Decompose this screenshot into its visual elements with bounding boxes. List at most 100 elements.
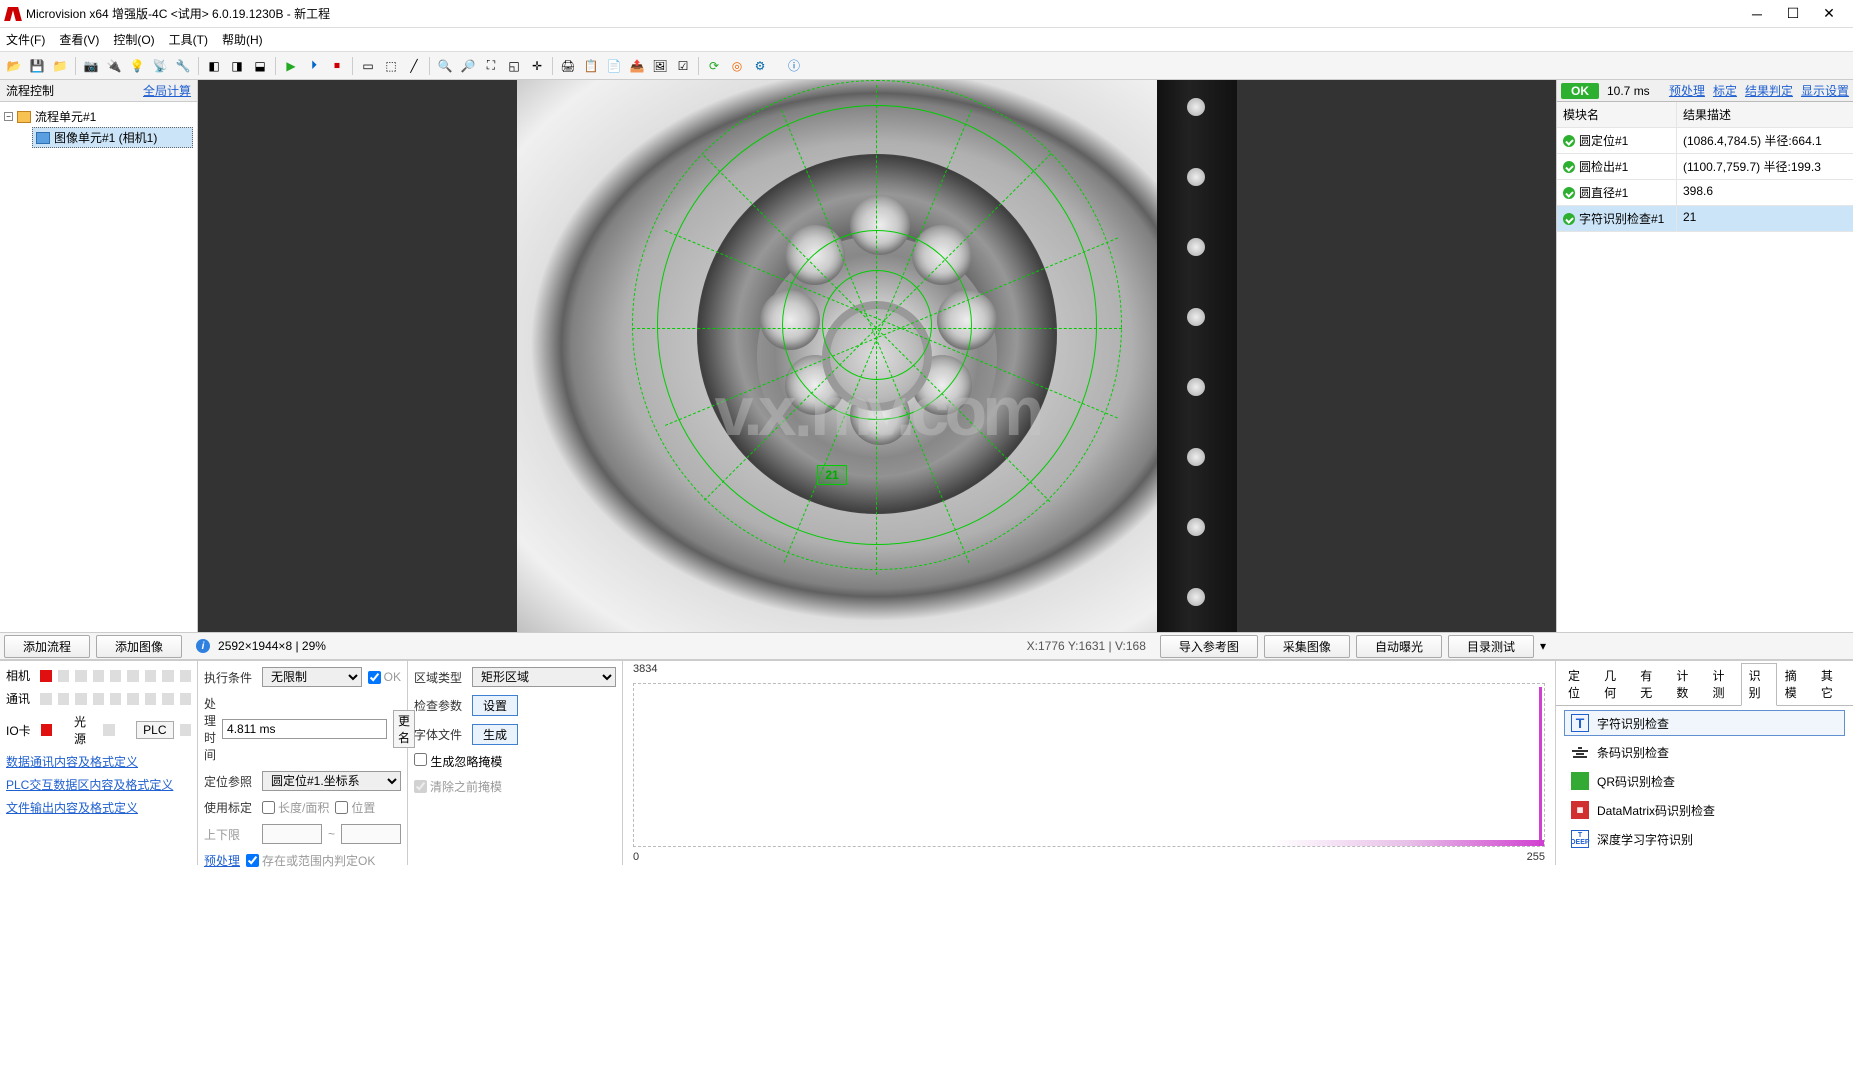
copy-icon[interactable]: 📋 — [581, 56, 601, 76]
proc-time-field[interactable] — [222, 719, 387, 739]
folder-icon — [17, 111, 31, 123]
left-panel-icon[interactable]: ◧ — [204, 56, 224, 76]
image-icon[interactable]: 🖼 — [650, 56, 670, 76]
dir-test-button[interactable]: 目录测试 — [1448, 635, 1534, 658]
menu-file[interactable]: 文件(F) — [6, 31, 45, 48]
settings-icon[interactable]: ⚙ — [750, 56, 770, 76]
auto-exposure-button[interactable]: 自动曝光 — [1356, 635, 1442, 658]
position-checkbox[interactable] — [335, 801, 348, 814]
lower-limit-field[interactable] — [262, 824, 322, 844]
result-row[interactable]: 圆直径#1 398.6 — [1557, 180, 1853, 206]
tree-child-item[interactable]: 图像单元#1 (相机1) — [32, 127, 193, 148]
gen-template-checkbox[interactable] — [414, 753, 427, 766]
minimize-button[interactable]: ─ — [1749, 6, 1765, 22]
tool-deep-learning[interactable]: TDEEP 深度学习字符识别 — [1564, 826, 1845, 852]
tab-geometry[interactable]: 几何 — [1596, 663, 1632, 705]
light-icon[interactable]: 💡 — [127, 56, 147, 76]
ok-checkbox[interactable] — [368, 671, 381, 684]
add-flow-button[interactable]: 添加流程 — [4, 635, 90, 658]
about-icon[interactable]: ⓘ — [784, 56, 804, 76]
hist-max: 3834 — [633, 663, 657, 675]
global-calc-link[interactable]: 全局计算 — [143, 82, 191, 99]
maximize-button[interactable]: ☐ — [1785, 6, 1801, 22]
zoom-out-icon[interactable]: 🔍 — [435, 56, 455, 76]
zoom-fit-icon[interactable]: ⛶ — [481, 56, 501, 76]
data-comm-link[interactable]: 数据通讯内容及格式定义 — [6, 753, 191, 770]
result-row[interactable]: 字符识别检查#1 21 — [1557, 206, 1853, 232]
tab-template[interactable]: 摘模 — [1777, 663, 1813, 705]
preprocess-link[interactable]: 预处理 — [204, 852, 240, 869]
tab-recognition[interactable]: 识别 — [1741, 663, 1777, 706]
image-viewport[interactable]: 21 v.x․mv.com — [198, 80, 1556, 632]
run-icon[interactable]: ⏵ — [304, 56, 324, 76]
tab-other[interactable]: 其它 — [1813, 663, 1849, 705]
right-panel-icon[interactable]: ◨ — [227, 56, 247, 76]
judge-link[interactable]: 结果判定 — [1745, 82, 1793, 99]
zoom-100-icon[interactable]: ◱ — [504, 56, 524, 76]
camera-label: 相机 — [6, 667, 34, 684]
line-icon[interactable]: ╱ — [404, 56, 424, 76]
folder-icon[interactable]: 📁 — [50, 56, 70, 76]
preprocess-link[interactable]: 预处理 — [1669, 82, 1705, 99]
plc-icon[interactable]: 🔧 — [173, 56, 193, 76]
save-ok-checkbox[interactable] — [246, 854, 259, 867]
plc-data-link[interactable]: PLC交互数据区内容及格式定义 — [6, 776, 191, 793]
tool-char-recognition[interactable]: T 字符识别检查 — [1564, 710, 1845, 736]
result-row[interactable]: 圆检出#1 (1100.7,759.7) 半径:199.3 — [1557, 154, 1853, 180]
calibrate-link[interactable]: 标定 — [1713, 82, 1737, 99]
tree-toggle-icon[interactable]: − — [4, 112, 13, 121]
text-icon: T — [1571, 714, 1589, 732]
zoom-in-icon[interactable]: 🔎 — [458, 56, 478, 76]
checkbox-icon[interactable]: ☑ — [673, 56, 693, 76]
select-icon[interactable]: ▭ — [358, 56, 378, 76]
upper-limit-field[interactable] — [341, 824, 401, 844]
tab-location[interactable]: 定位 — [1560, 663, 1596, 705]
dropdown-icon[interactable]: ▾ — [1540, 639, 1546, 653]
file-output-link[interactable]: 文件输出内容及格式定义 — [6, 799, 191, 816]
paste-icon[interactable]: 📄 — [604, 56, 624, 76]
io-icon[interactable]: 🔌 — [104, 56, 124, 76]
save-icon[interactable]: 💾 — [27, 56, 47, 76]
result-row[interactable]: 圆定位#1 (1086.4,784.5) 半径:664.1 — [1557, 128, 1853, 154]
process-time: 10.7 ms — [1607, 84, 1650, 98]
camera-icon[interactable]: 📷 — [81, 56, 101, 76]
run-once-icon[interactable]: ▶ — [281, 56, 301, 76]
refresh-icon[interactable]: ⟳ — [704, 56, 724, 76]
menu-tools[interactable]: 工具(T) — [169, 31, 208, 48]
light-label: 光源 — [74, 713, 97, 747]
display-link[interactable]: 显示设置 — [1801, 82, 1849, 99]
menu-help[interactable]: 帮助(H) — [222, 31, 263, 48]
tab-presence[interactable]: 有无 — [1632, 663, 1668, 705]
import-ref-button[interactable]: 导入参考图 — [1160, 635, 1258, 658]
location-ref-select[interactable]: 圆定位#1.坐标系 — [262, 771, 401, 791]
tab-count[interactable]: 计数 — [1668, 663, 1704, 705]
generate-button[interactable]: 生成 — [472, 724, 518, 745]
export-icon[interactable]: 📤 — [627, 56, 647, 76]
length-area-checkbox[interactable] — [262, 801, 275, 814]
bottom-panel-icon[interactable]: ⬓ — [250, 56, 270, 76]
crosshair-icon[interactable]: ✛ — [527, 56, 547, 76]
tree-root-item[interactable]: − 流程单元#1 — [4, 106, 193, 127]
print-icon[interactable]: 🖨 — [558, 56, 578, 76]
exec-condition-select[interactable]: 无限制 — [262, 667, 362, 687]
tool-datamatrix[interactable]: ▦ DataMatrix码识别检查 — [1564, 797, 1845, 823]
close-button[interactable]: ✕ — [1821, 6, 1837, 22]
add-image-button[interactable]: 添加图像 — [96, 635, 182, 658]
target-icon[interactable]: ◎ — [727, 56, 747, 76]
barcode-icon — [1571, 743, 1589, 761]
histogram-panel: 3834 0 255 — [623, 661, 1556, 865]
menu-view[interactable]: 查看(V) — [59, 31, 99, 48]
tool-barcode[interactable]: 条码识别检查 — [1564, 739, 1845, 765]
region-type-select[interactable]: 矩形区域 — [472, 667, 616, 687]
stop-icon[interactable]: ⏹ — [327, 56, 347, 76]
plc-button[interactable]: PLC — [136, 721, 173, 739]
open-icon[interactable]: 📂 — [4, 56, 24, 76]
capture-button[interactable]: 采集图像 — [1264, 635, 1350, 658]
settings-button[interactable]: 设置 — [472, 695, 518, 716]
menu-control[interactable]: 控制(O) — [113, 31, 154, 48]
comm-icon[interactable]: 📡 — [150, 56, 170, 76]
histogram-chart[interactable] — [633, 683, 1545, 847]
tool-qr[interactable]: QR码识别检查 — [1564, 768, 1845, 794]
tab-measure[interactable]: 计测 — [1705, 663, 1741, 705]
rect-icon[interactable]: ⬚ — [381, 56, 401, 76]
